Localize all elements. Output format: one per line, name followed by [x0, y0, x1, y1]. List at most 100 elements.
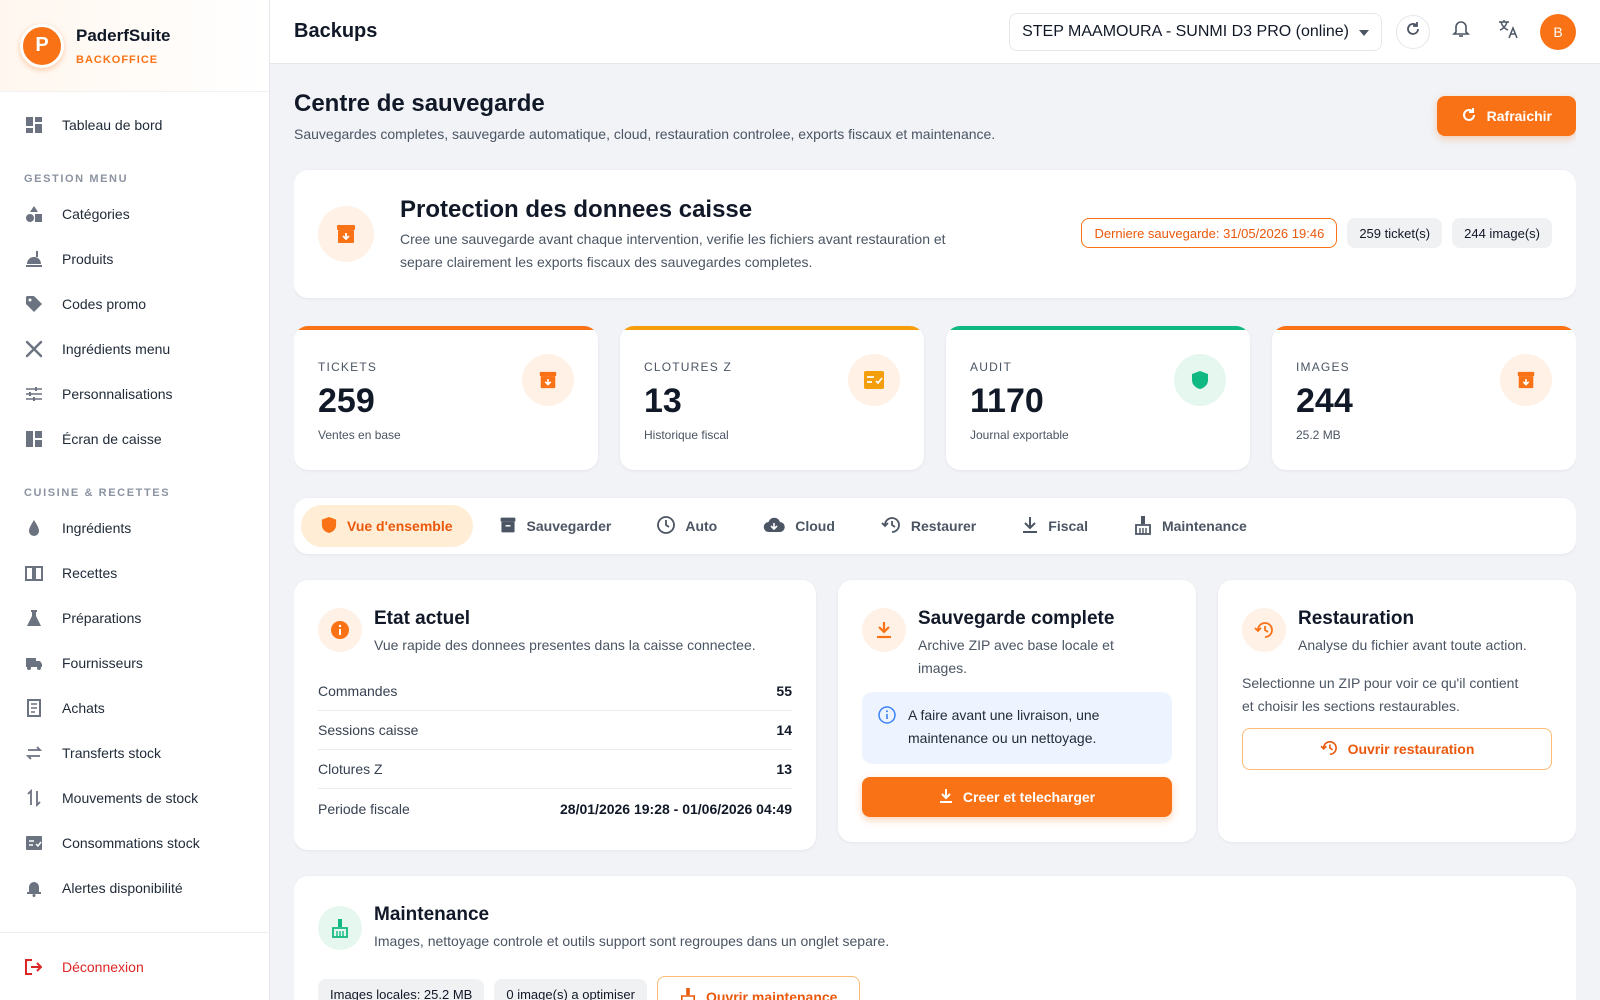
- topbar: Backups STEP MAAMOURA - SUNMI D3 PRO (on…: [270, 0, 1600, 64]
- sidebar-item-recettes[interactable]: Recettes: [0, 550, 269, 595]
- tab-restaurer[interactable]: Restaurer: [861, 505, 996, 547]
- broom-icon: [680, 987, 696, 1000]
- sidebar-item-categories[interactable]: Catégories: [0, 191, 269, 236]
- sidebar-item-label: Mouvements de stock: [62, 789, 199, 806]
- refresh-icon: [1461, 107, 1477, 126]
- translate-button[interactable]: [1492, 15, 1526, 49]
- tab-label: Fiscal: [1048, 518, 1088, 534]
- sauvegarde-info-line1: A faire avant une livraison, une: [908, 707, 1100, 723]
- sidebar: P PaderfSuite BACKOFFICE Tableau de bord…: [0, 0, 270, 1000]
- receipt-icon: [24, 698, 44, 718]
- avatar[interactable]: B: [1540, 13, 1576, 50]
- notifications-button[interactable]: [1444, 15, 1478, 49]
- tab-auto[interactable]: Auto: [637, 505, 737, 547]
- restauration-subtitle: Analyse du fichier avant toute action.: [1298, 637, 1527, 653]
- etat-card: Etat actuel Vue rapide des donnees prese…: [294, 580, 816, 850]
- tickets-badge: 259 ticket(s): [1347, 218, 1443, 248]
- transfer-icon: [24, 743, 44, 763]
- restauration-text-line2: et choisir les sections restaurables.: [1242, 698, 1460, 714]
- sidebar-item-dashboard[interactable]: Tableau de bord: [0, 102, 269, 147]
- bell-icon: [1452, 20, 1470, 43]
- shield-icon: [1174, 354, 1226, 406]
- restauration-card: Restauration Analyse du fichier avant to…: [1218, 580, 1576, 842]
- tab-fiscal[interactable]: Fiscal: [1002, 505, 1108, 547]
- sidebar-item-consommations[interactable]: Consommations stock: [0, 820, 269, 865]
- maintenance-card: Maintenance Images, nettoyage controle e…: [294, 876, 1576, 1000]
- sidebar-item-preparations[interactable]: Préparations: [0, 595, 269, 640]
- sort-icon: [24, 788, 44, 808]
- dashboard-icon: [24, 115, 44, 135]
- sidebar-item-label: Alertes disponibilité: [62, 879, 183, 896]
- download-icon: [862, 608, 906, 652]
- maintenance-subtitle: Images, nettoyage controle et outils sup…: [374, 933, 890, 949]
- device-select[interactable]: STEP MAAMOURA - SUNMI D3 PRO (online): [1009, 12, 1382, 51]
- sidebar-item-ingredients[interactable]: Ingrédients: [0, 505, 269, 550]
- brand-subtitle: BACKOFFICE: [76, 53, 159, 66]
- refresh-button[interactable]: Rafraichir: [1436, 96, 1576, 136]
- stat-caption: Ventes en base: [318, 428, 401, 442]
- logout-button[interactable]: Déconnexion: [0, 932, 269, 1000]
- book-icon: [24, 563, 44, 583]
- create-download-button[interactable]: Creer et telecharger: [862, 777, 1172, 817]
- protection-text-line2: separe clairement les exports fiscaux de…: [400, 254, 813, 270]
- protection-title: Protection des donnees caisse: [400, 196, 753, 223]
- sidebar-item-produits[interactable]: Produits: [0, 236, 269, 281]
- sidebar-item-ecran-caisse[interactable]: Écran de caisse: [0, 416, 269, 461]
- stat-value: 244: [1296, 382, 1353, 420]
- tab-maintenance[interactable]: Maintenance: [1114, 505, 1267, 547]
- maintenance-title: Maintenance: [374, 904, 490, 925]
- checklist-icon: [848, 354, 900, 406]
- cloud-download-icon: [763, 517, 785, 536]
- tab-sauvegarder[interactable]: Sauvegarder: [479, 505, 632, 547]
- stat-value: 259: [318, 382, 375, 420]
- sidebar-item-label: Personnalisations: [62, 385, 173, 402]
- sidebar-item-fournisseurs[interactable]: Fournisseurs: [0, 640, 269, 685]
- open-maintenance-button[interactable]: Ouvrir maintenance: [656, 976, 861, 1000]
- reload-button[interactable]: [1396, 14, 1430, 49]
- page-title: Centre de sauvegarde: [294, 90, 545, 117]
- sidebar-item-mouvements[interactable]: Mouvements de stock: [0, 775, 269, 820]
- tab-cloud[interactable]: Cloud: [743, 505, 855, 547]
- stat-value: 13: [644, 382, 682, 420]
- sidebar-item-label: Ingrédients menu: [62, 340, 171, 357]
- sauvegarde-title: Sauvegarde complete: [918, 608, 1115, 629]
- etat-subtitle: Vue rapide des donnees presentes dans la…: [374, 637, 756, 653]
- sidebar-item-transferts[interactable]: Transferts stock: [0, 730, 269, 775]
- utensils-icon: [24, 339, 44, 359]
- sidebar-item-label: Consommations stock: [62, 834, 200, 851]
- sidebar-item-personnalisations[interactable]: Personnalisations: [0, 371, 269, 416]
- brand[interactable]: P PaderfSuite BACKOFFICE: [0, 0, 269, 92]
- history-icon: [1242, 608, 1286, 652]
- device-select-value: STEP MAAMOURA - SUNMI D3 PRO (online): [1022, 22, 1349, 40]
- food-icon: [24, 249, 44, 269]
- sidebar-item-achats[interactable]: Achats: [0, 685, 269, 730]
- etat-row: Clotures Z 13: [318, 750, 792, 789]
- stat-caption: Historique fiscal: [644, 428, 729, 442]
- sidebar-item-label: Produits: [62, 250, 114, 267]
- sidebar-item-label: Fournisseurs: [62, 654, 143, 671]
- logout-label: Déconnexion: [62, 958, 144, 975]
- sauvegarde-subtitle-line2: images.: [918, 660, 968, 676]
- history-icon: [881, 516, 901, 537]
- sidebar-section-title: CUISINE & RECETTES: [24, 487, 171, 499]
- download-icon: [939, 788, 953, 807]
- images-badge: 244 image(s): [1452, 218, 1552, 248]
- tab-vue-ensemble[interactable]: Vue d'ensemble: [301, 505, 473, 547]
- brand-logo: P: [20, 23, 64, 68]
- etat-rows: Commandes 55 Sessions caisse 14 Clotures Z…: [318, 672, 792, 828]
- caret-down-icon: [1359, 23, 1369, 41]
- stat-caption: Journal exportable: [970, 428, 1069, 442]
- tab-label: Auto: [685, 518, 718, 534]
- sidebar-item-codes-promo[interactable]: Codes promo: [0, 281, 269, 326]
- sidebar-item-label: Écran de caisse: [62, 430, 162, 447]
- sidebar-item-alertes[interactable]: Alertes disponibilité: [0, 865, 269, 910]
- stat-label: TICKETS: [318, 360, 378, 374]
- sidebar-item-ingredients-menu[interactable]: Ingrédients menu: [0, 326, 269, 371]
- broom-icon: [1134, 515, 1152, 538]
- download-icon: [1022, 516, 1038, 537]
- broom-icon: [318, 906, 362, 950]
- open-restore-button[interactable]: Ouvrir restauration: [1242, 728, 1552, 770]
- sidebar-item-label: Codes promo: [62, 295, 147, 312]
- main-content: Centre de sauvegarde Sauvegardes complet…: [294, 64, 1576, 1000]
- stat-caption: 25.2 MB: [1296, 428, 1341, 442]
